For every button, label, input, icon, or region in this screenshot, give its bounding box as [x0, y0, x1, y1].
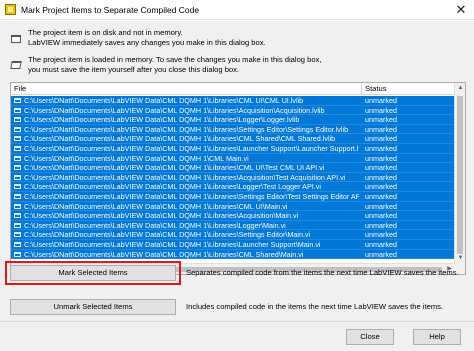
- row-file-path: C:\Users\DNatt\Documents\LabVIEW Data\CM…: [24, 211, 299, 221]
- legend-memory-text: The project item is loaded in memory. To…: [28, 55, 322, 74]
- row-file-path: C:\Users\DNatt\Documents\LabVIEW Data\CM…: [24, 249, 304, 259]
- list-row[interactable]: C:\Users\DNatt\Documents\LabVIEW Data\CM…: [11, 249, 455, 260]
- open-folder-icon: [14, 193, 21, 199]
- row-status: unmarked: [365, 124, 397, 134]
- row-file-path: C:\Users\DNatt\Documents\LabVIEW Data\CM…: [24, 220, 286, 230]
- row-file-path: C:\Users\DNatt\Documents\LabVIEW Data\CM…: [24, 191, 359, 201]
- open-folder-icon: [14, 136, 21, 142]
- list-row[interactable]: C:\Users\DNatt\Documents\LabVIEW Data\CM…: [11, 239, 455, 250]
- row-file-path: C:\Users\DNatt\Documents\LabVIEW Data\CM…: [24, 134, 336, 144]
- open-folder-icon: [14, 165, 21, 171]
- row-file-path: C:\Users\DNatt\Documents\LabVIEW Data\CM…: [24, 143, 359, 153]
- list-row[interactable]: C:\Users\DNatt\Documents\LabVIEW Data\CM…: [11, 163, 455, 173]
- project-items-list[interactable]: File Status C:\Users\DNatt\Documents\Lab…: [10, 82, 466, 275]
- list-row[interactable]: C:\Users\DNatt\Documents\LabVIEW Data\CM…: [11, 230, 455, 240]
- column-header-status[interactable]: Status: [365, 84, 387, 93]
- legend-memory-line-2: you must save the item yourself after yo…: [28, 64, 240, 74]
- open-folder-icon: [10, 61, 22, 69]
- list-row[interactable]: C:\Users\DNatt\Documents\LabVIEW Data\CM…: [11, 134, 455, 144]
- row-file-path: C:\Users\DNatt\Documents\LabVIEW Data\CM…: [24, 163, 325, 173]
- row-file-path: C:\Users\DNatt\Documents\LabVIEW Data\CM…: [24, 230, 311, 240]
- legend-memory-line-1: The project item is loaded in memory. To…: [28, 55, 322, 64]
- mark-selected-items-button[interactable]: Mark Selected Items: [10, 265, 176, 281]
- open-folder-icon: [14, 241, 21, 247]
- open-folder-icon: [14, 126, 21, 132]
- row-status: unmarked: [365, 239, 397, 249]
- open-folder-icon: [14, 203, 21, 209]
- vertical-scrollbar[interactable]: ▲ ▼: [454, 83, 465, 264]
- unmark-selected-items-button[interactable]: Unmark Selected Items: [10, 299, 176, 315]
- row-status: unmarked: [365, 211, 397, 221]
- unmark-description: Includes compiled code in the items the …: [186, 302, 444, 311]
- title-bar: Mark Project Items to Separate Compiled …: [0, 0, 474, 20]
- closed-folder-icon: [11, 35, 21, 43]
- row-status: unmarked: [365, 182, 397, 192]
- open-folder-icon: [14, 145, 21, 151]
- list-row[interactable]: C:\Users\DNatt\Documents\LabVIEW Data\CM…: [11, 105, 455, 116]
- list-row[interactable]: C:\Users\DNatt\Documents\LabVIEW Data\CM…: [11, 153, 455, 164]
- footer-divider: [0, 321, 474, 322]
- list-row[interactable]: C:\Users\DNatt\Documents\LabVIEW Data\CM…: [11, 220, 455, 231]
- dialog-body: The project item is on disk and not in m…: [0, 21, 474, 351]
- open-folder-icon: [14, 107, 21, 113]
- row-status: unmarked: [365, 172, 397, 182]
- row-status: unmarked: [365, 230, 397, 240]
- row-file-path: C:\Users\DNatt\Documents\LabVIEW Data\CM…: [24, 201, 288, 211]
- list-row[interactable]: C:\Users\DNatt\Documents\LabVIEW Data\CM…: [11, 124, 455, 135]
- row-status: unmarked: [365, 134, 397, 144]
- row-status: unmarked: [365, 153, 397, 163]
- row-status: unmarked: [365, 249, 397, 259]
- list-row[interactable]: C:\Users\DNatt\Documents\LabVIEW Data\CM…: [11, 201, 455, 212]
- legend-disk-line-2: LabVIEW immediately saves any changes yo…: [28, 37, 266, 47]
- list-rows: C:\Users\DNatt\Documents\LabVIEW Data\CM…: [11, 96, 455, 264]
- mark-description: Separates compiled code from the items t…: [186, 268, 459, 277]
- help-button[interactable]: Help: [413, 329, 461, 345]
- list-row[interactable]: C:\Users\DNatt\Documents\LabVIEW Data\CM…: [11, 191, 455, 202]
- row-file-path: C:\Users\DNatt\Documents\LabVIEW Data\CM…: [24, 172, 346, 182]
- labview-app-icon: [5, 4, 16, 15]
- row-file-path: C:\Users\DNatt\Documents\LabVIEW Data\CM…: [24, 239, 321, 249]
- legend-disk-text: The project item is on disk and not in m…: [28, 28, 266, 47]
- list-row[interactable]: C:\Users\DNatt\Documents\LabVIEW Data\CM…: [11, 211, 455, 221]
- row-file-path: C:\Users\DNatt\Documents\LabVIEW Data\CM…: [24, 96, 304, 105]
- list-row[interactable]: C:\Users\DNatt\Documents\LabVIEW Data\CM…: [11, 143, 455, 154]
- open-folder-icon: [14, 232, 21, 238]
- list-row[interactable]: C:\Users\DNatt\Documents\LabVIEW Data\CM…: [11, 96, 455, 106]
- row-file-path: C:\Users\DNatt\Documents\LabVIEW Data\CM…: [24, 153, 249, 163]
- row-status: unmarked: [365, 96, 397, 105]
- vertical-scroll-thumb[interactable]: [457, 96, 463, 254]
- row-file-path: C:\Users\DNatt\Documents\LabVIEW Data\CM…: [24, 105, 325, 115]
- row-status: unmarked: [365, 143, 397, 153]
- open-folder-icon: [14, 117, 21, 123]
- list-header: File Status: [11, 83, 455, 95]
- open-folder-icon: [14, 98, 21, 103]
- row-status: unmarked: [365, 115, 397, 125]
- window-title: Mark Project Items to Separate Compiled …: [21, 5, 200, 15]
- open-folder-icon: [14, 184, 21, 190]
- list-row[interactable]: C:\Users\DNatt\Documents\LabVIEW Data\CM…: [11, 115, 455, 125]
- open-folder-icon: [14, 251, 21, 257]
- row-status: unmarked: [365, 220, 397, 230]
- window-close-button[interactable]: ✕: [448, 0, 474, 20]
- close-button[interactable]: Close: [346, 329, 394, 345]
- row-status: unmarked: [365, 191, 397, 201]
- row-status: unmarked: [365, 105, 397, 115]
- open-folder-icon: [14, 174, 21, 180]
- legend-disk-line-1: The project item is on disk and not in m…: [28, 28, 183, 37]
- column-header-file[interactable]: File: [14, 84, 26, 93]
- row-file-path: C:\Users\DNatt\Documents\LabVIEW Data\CM…: [24, 115, 300, 125]
- open-folder-icon: [14, 155, 21, 161]
- scroll-up-arrow-icon[interactable]: ▲: [455, 83, 465, 94]
- open-folder-icon: [14, 222, 21, 228]
- list-row[interactable]: C:\Users\DNatt\Documents\LabVIEW Data\CM…: [11, 182, 455, 192]
- row-file-path: C:\Users\DNatt\Documents\LabVIEW Data\CM…: [24, 124, 349, 134]
- row-file-path: C:\Users\DNatt\Documents\LabVIEW Data\CM…: [24, 182, 321, 192]
- row-status: unmarked: [365, 201, 397, 211]
- row-status: unmarked: [365, 163, 397, 173]
- list-row[interactable]: C:\Users\DNatt\Documents\LabVIEW Data\CM…: [11, 172, 455, 183]
- column-divider[interactable]: [361, 83, 362, 95]
- open-folder-icon: [14, 213, 21, 219]
